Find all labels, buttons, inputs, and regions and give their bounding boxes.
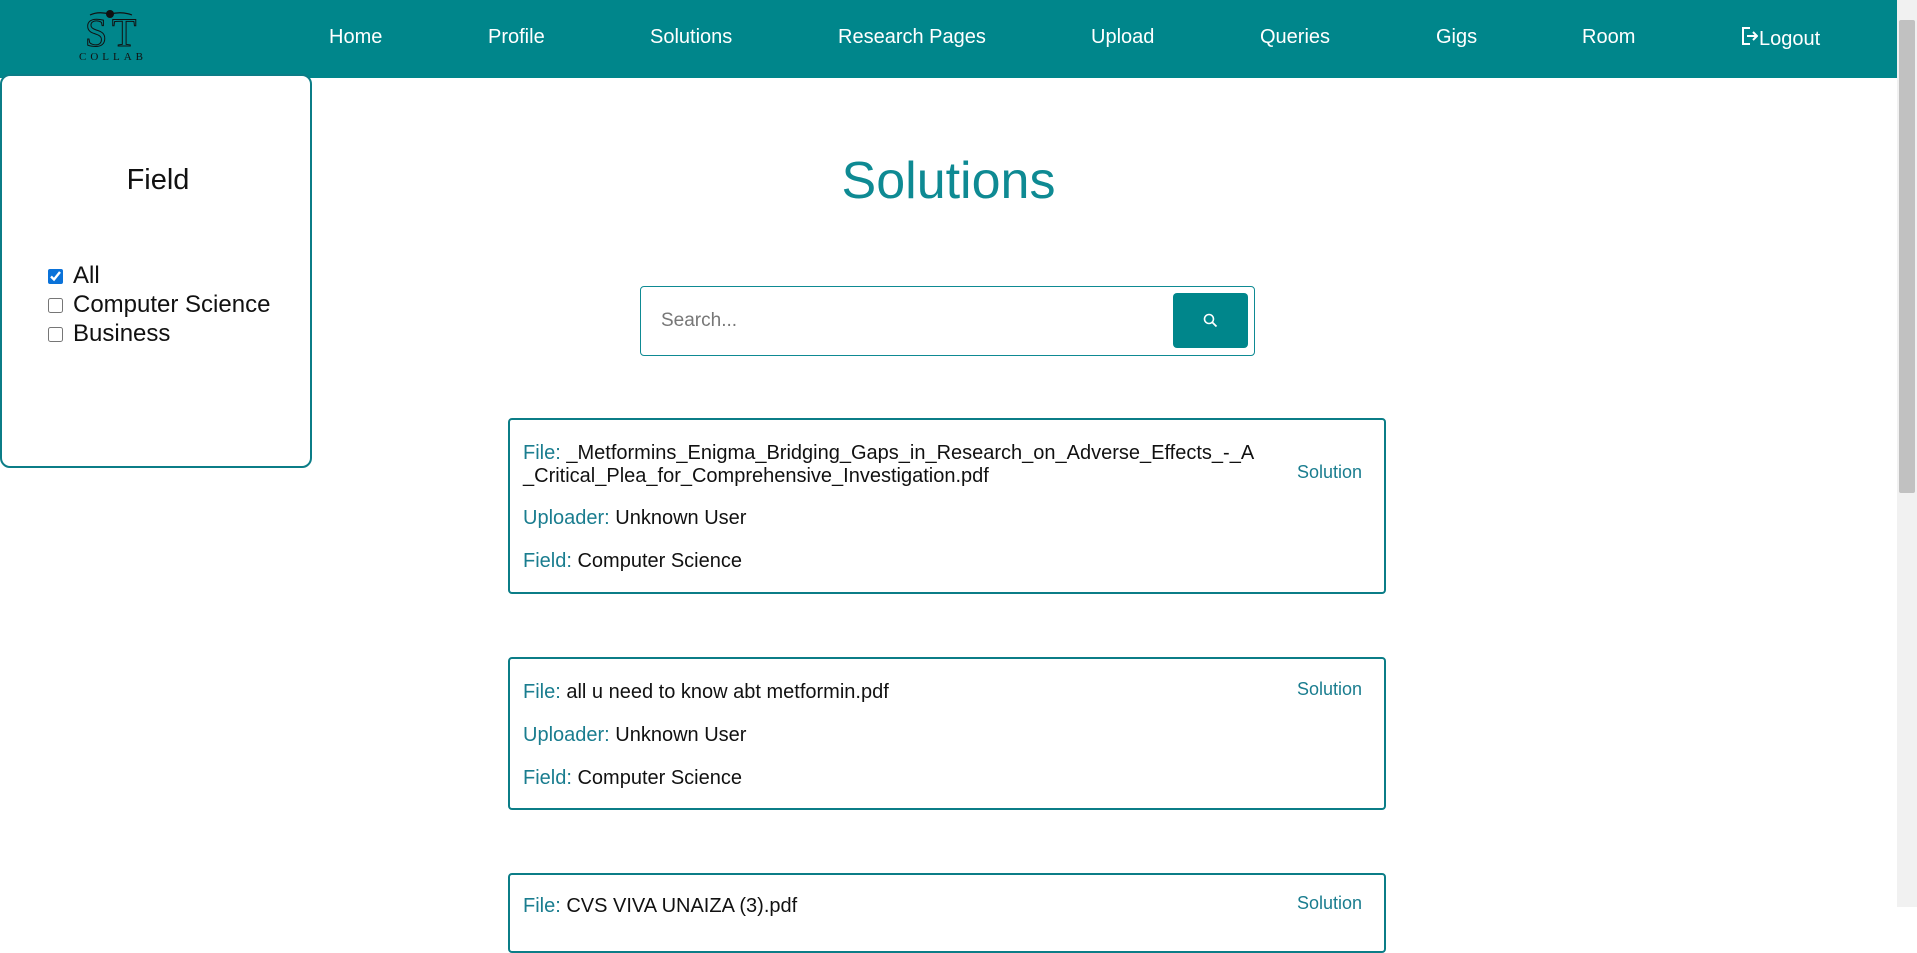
logo-icon: S T: [85, 10, 137, 53]
search-bar: [640, 286, 1255, 356]
nav-profile[interactable]: Profile: [488, 26, 545, 49]
file-name: all u need to know abt metformin.pdf: [566, 681, 889, 703]
file-name: _Metformins_Enigma_Bridging_Gaps_in_Rese…: [523, 442, 1255, 487]
field-label: Field:: [523, 550, 572, 572]
filter-label: Computer Science: [73, 291, 271, 318]
file-name: CVS VIVA UNAIZA (3).pdf: [566, 895, 798, 917]
nav-home[interactable]: Home: [329, 26, 382, 49]
card-file-row: File: _Metformins_Enigma_Bridging_Gaps_i…: [523, 442, 1263, 488]
nav-queries[interactable]: Queries: [1260, 26, 1330, 49]
field-value: Computer Science: [577, 767, 742, 789]
uploader-label: Uploader:: [523, 507, 610, 529]
logo-text: COLLAB: [79, 51, 147, 63]
card-field-row: Field: Computer Science: [523, 550, 742, 573]
scrollbar-thumb[interactable]: [1899, 20, 1915, 493]
filter-computer-science[interactable]: Computer Science: [48, 291, 270, 319]
search-icon: [1203, 313, 1218, 328]
logout-label: Logout: [1759, 28, 1821, 50]
filter-business-checkbox[interactable]: [48, 326, 63, 342]
card-uploader-row: Uploader: Unknown User: [523, 724, 746, 747]
card-file-row: File: all u need to know abt metformin.p…: [523, 681, 889, 704]
uploader-name: Unknown User: [615, 507, 747, 529]
filter-label: Business: [73, 320, 171, 347]
field-value: Computer Science: [577, 550, 742, 572]
filter-all[interactable]: All: [48, 262, 100, 290]
nav-room[interactable]: Room: [1582, 26, 1635, 49]
search-button[interactable]: [1173, 293, 1248, 348]
nav-logout[interactable]: Logout: [1740, 26, 1820, 51]
logout-icon: [1742, 27, 1758, 45]
file-label: File:: [523, 442, 561, 464]
solution-card: File: all u need to know abt metformin.p…: [508, 657, 1386, 810]
card-uploader-row: Uploader: Unknown User: [523, 507, 746, 530]
file-label: File:: [523, 895, 561, 917]
solution-card: File: _Metformins_Enigma_Bridging_Gaps_i…: [508, 418, 1386, 594]
search-input[interactable]: [653, 295, 1169, 347]
nav-gigs[interactable]: Gigs: [1436, 26, 1477, 49]
filter-business[interactable]: Business: [48, 320, 170, 348]
file-label: File:: [523, 681, 561, 703]
top-navbar: S T COLLAB Home Profile Solutions Resear…: [0, 0, 1897, 78]
nav-solutions[interactable]: Solutions: [650, 26, 732, 49]
solution-link[interactable]: Solution: [1297, 893, 1362, 914]
filter-all-checkbox[interactable]: [48, 268, 63, 284]
filter-computer-science-checkbox[interactable]: [48, 297, 63, 313]
solution-link[interactable]: Solution: [1297, 462, 1362, 483]
sidebar-title: Field: [126, 164, 190, 196]
solution-link[interactable]: Solution: [1297, 679, 1362, 700]
nav-upload[interactable]: Upload: [1091, 26, 1154, 49]
field-label: Field:: [523, 767, 572, 789]
nav-research-pages[interactable]: Research Pages: [838, 26, 986, 49]
uploader-name: Unknown User: [615, 724, 747, 746]
filter-label: All: [73, 262, 100, 289]
svg-text:S: S: [85, 10, 107, 52]
field-filter-panel: Field All Computer Science Business: [0, 74, 312, 468]
solution-card: File: CVS VIVA UNAIZA (3).pdf Solution: [508, 873, 1386, 953]
svg-text:T: T: [112, 10, 136, 52]
logo[interactable]: S T COLLAB: [70, 8, 156, 64]
uploader-label: Uploader:: [523, 724, 610, 746]
card-field-row: Field: Computer Science: [523, 767, 742, 790]
